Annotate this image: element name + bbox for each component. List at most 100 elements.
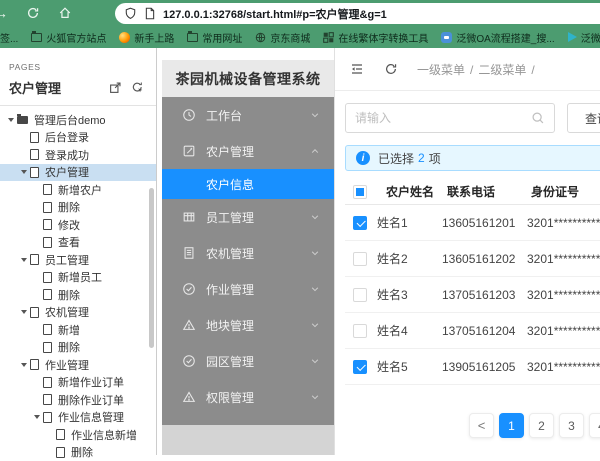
bookmark-item[interactable]: 在线繁体字转换工具 xyxy=(323,30,428,45)
reload-page-icon[interactable] xyxy=(384,62,398,76)
file-icon xyxy=(30,307,39,318)
caret-down-icon[interactable] xyxy=(18,310,30,314)
bookmark-item[interactable]: 常用网址 xyxy=(187,30,242,45)
tree-item[interactable]: 管理后台demo xyxy=(0,111,156,129)
tree-item[interactable]: 后台登录 xyxy=(0,129,156,147)
caret-down-icon[interactable] xyxy=(18,258,30,262)
menu-item-permission-mgmt[interactable]: 权限管理 xyxy=(162,379,334,415)
page-proxy-icon[interactable] xyxy=(144,7,156,20)
row-checkbox[interactable] xyxy=(353,252,367,266)
search-icon[interactable] xyxy=(531,111,545,125)
tree-item[interactable]: 删除 xyxy=(0,339,156,357)
open-in-window-icon[interactable] xyxy=(109,81,122,94)
forward-icon[interactable]: → xyxy=(0,5,8,21)
tree-item-label: 新增员工 xyxy=(58,269,102,285)
menu-item-workbench[interactable]: 工作台 xyxy=(162,97,334,133)
url-text[interactable]: 127.0.0.1:32768/start.html#p=农户管理&g=1 xyxy=(163,6,387,22)
shield-icon[interactable] xyxy=(124,7,137,20)
menu-fold-icon[interactable] xyxy=(349,61,365,77)
file-icon xyxy=(43,324,52,335)
folder-icon xyxy=(187,33,198,42)
tree-item[interactable]: 员工管理 xyxy=(0,251,156,269)
cell-phone: 13605161202 xyxy=(441,252,527,266)
url-bar[interactable]: 127.0.0.1:32768/start.html#p=农户管理&g=1 xyxy=(115,3,600,24)
bookmark-label: 泛微OA通用流程培训... xyxy=(581,30,600,45)
tree-item[interactable]: 删除 xyxy=(0,444,156,461)
tree-item[interactable]: 新增农户 xyxy=(0,181,156,199)
table-row[interactable]: 姓名2 13605161202 3201**********36 xyxy=(345,241,600,277)
tree-item[interactable]: 作业信息新增 xyxy=(0,426,156,444)
table-row[interactable]: 姓名4 13705161204 3201**********36 xyxy=(345,313,600,349)
cell-phone: 13705161203 xyxy=(441,288,527,302)
table-row[interactable]: 姓名3 13705161203 3201**********36 xyxy=(345,277,600,313)
pagination-page-button[interactable]: 3 xyxy=(559,413,584,438)
row-checkbox[interactable] xyxy=(353,360,367,374)
tree-item[interactable]: 删除作业订单 xyxy=(0,391,156,409)
tree-item-label: 删除 xyxy=(58,199,80,215)
submenu-item-farmer-info[interactable]: 农户信息 xyxy=(162,169,334,199)
alert-prefix: 已选择 xyxy=(378,150,414,167)
cell-name: 姓名5 xyxy=(375,358,441,375)
browser-chrome: → 127.0.0.1:32768/start.html#p=农户管理&g=1 … xyxy=(0,0,600,48)
menu-item-label: 农机管理 xyxy=(206,245,254,262)
tree-item-label: 删除 xyxy=(58,287,80,303)
pagination-page-button[interactable]: 2 xyxy=(529,413,554,438)
pagination-prev-button[interactable]: < xyxy=(469,413,494,438)
file-icon xyxy=(43,377,52,388)
menu-item-plot-mgmt[interactable]: 地块管理 xyxy=(162,307,334,343)
tree-item-selected[interactable]: 农户管理 xyxy=(0,164,156,182)
breadcrumb-level1[interactable]: 一级菜单 xyxy=(417,63,465,77)
tree-item[interactable]: 查看 xyxy=(0,234,156,252)
file-icon xyxy=(56,447,65,458)
refresh-pointer-icon[interactable] xyxy=(131,81,144,94)
select-all-checkbox[interactable] xyxy=(353,185,367,199)
tree-item-label: 查看 xyxy=(58,234,80,250)
app-title: 茶园机械设备管理系统 xyxy=(162,60,334,97)
breadcrumb-level2[interactable]: 二级菜单 xyxy=(478,63,526,77)
pagination-page-button[interactable]: 4 xyxy=(589,413,600,438)
menu-item-park-mgmt[interactable]: 园区管理 xyxy=(162,343,334,379)
menu-item-machine-mgmt[interactable]: 农机管理 xyxy=(162,235,334,271)
row-checkbox[interactable] xyxy=(353,216,367,230)
search-input[interactable] xyxy=(355,111,531,125)
query-button[interactable]: 查询 xyxy=(567,103,600,133)
table-row[interactable]: 姓名5 13905161205 3201**********36 xyxy=(345,349,600,385)
menu-item-farmer-mgmt[interactable]: 农户管理 xyxy=(162,133,334,169)
tree-item[interactable]: 新增 xyxy=(0,321,156,339)
tree-item[interactable]: 删除 xyxy=(0,286,156,304)
reload-icon[interactable] xyxy=(26,6,40,20)
tree-item[interactable]: 作业管理 xyxy=(0,356,156,374)
tree-item-label: 新增作业订单 xyxy=(58,374,124,390)
tree-item[interactable]: 删除 xyxy=(0,199,156,217)
caret-down-icon[interactable] xyxy=(5,118,17,122)
bookmark-item[interactable]: 书签... xyxy=(0,30,18,45)
cell-id: 3201**********36 xyxy=(527,288,600,302)
menu-item-employee-mgmt[interactable]: 员工管理 xyxy=(162,199,334,235)
tree-item-label: 删除作业订单 xyxy=(58,392,124,408)
home-icon[interactable] xyxy=(58,6,72,20)
caret-down-icon[interactable] xyxy=(31,415,43,419)
bookmark-item[interactable]: 京东商城 xyxy=(255,30,310,45)
menu-item-job-mgmt[interactable]: 作业管理 xyxy=(162,271,334,307)
bookmark-item[interactable]: 泛微OA流程搭建_搜... xyxy=(441,30,554,45)
bookmark-item[interactable]: 新手上路 xyxy=(119,30,174,45)
row-checkbox[interactable] xyxy=(353,324,367,338)
caret-down-icon[interactable] xyxy=(18,170,30,174)
tree-item-label: 新增 xyxy=(58,322,80,338)
row-checkbox[interactable] xyxy=(353,288,367,302)
bookmark-item[interactable]: 泛微OA通用流程培训... xyxy=(568,30,600,45)
tree-item[interactable]: 新增作业订单 xyxy=(0,374,156,392)
tree-item[interactable]: 修改 xyxy=(0,216,156,234)
tree-item[interactable]: 新增员工 xyxy=(0,269,156,287)
bookmark-item[interactable]: 火狐官方站点 xyxy=(31,30,106,45)
scrollbar-thumb[interactable] xyxy=(149,188,154,348)
search-box[interactable] xyxy=(345,103,555,133)
table-row[interactable]: 姓名1 13605161201 3201**********36 xyxy=(345,205,600,241)
cell-id: 3201**********36 xyxy=(527,252,600,266)
caret-down-icon[interactable] xyxy=(18,363,30,367)
tree-item[interactable]: 登录成功 xyxy=(0,146,156,164)
pagination-page-button[interactable]: 1 xyxy=(499,413,524,438)
cell-id: 3201**********36 xyxy=(527,360,600,374)
tree-item[interactable]: 农机管理 xyxy=(0,304,156,322)
tree-item[interactable]: 作业信息管理 xyxy=(0,409,156,427)
